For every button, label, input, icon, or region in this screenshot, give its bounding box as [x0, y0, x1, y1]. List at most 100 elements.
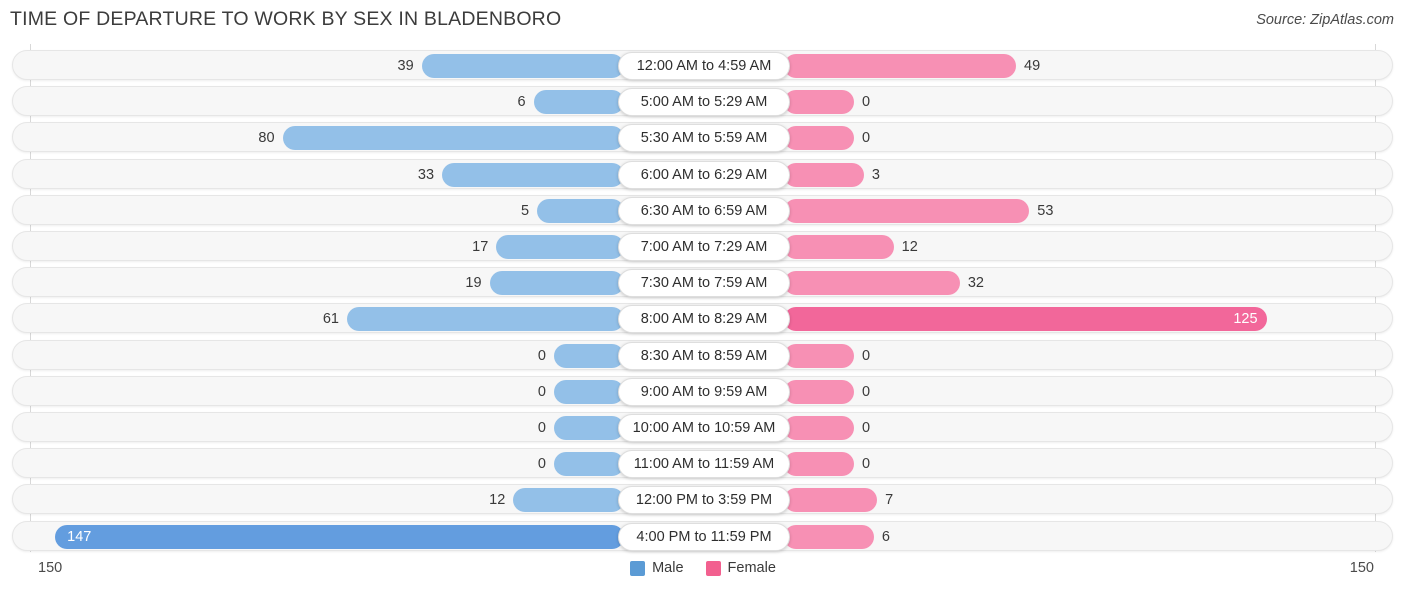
table-row[interactable]: 0 0 11:00 AM to 11:59 AM [12, 448, 1393, 479]
bar-value-male: 6 [517, 94, 526, 111]
bar-value-male: 12 [489, 492, 506, 509]
table-row[interactable]: 17 12 7:00 AM to 7:29 AM [12, 231, 1393, 261]
bar-female[interactable] [784, 162, 864, 187]
bar-male[interactable] [554, 452, 624, 477]
table-row[interactable]: 5 53 6:30 AM to 6:59 AM [12, 194, 1393, 225]
bar-value-male: 0 [537, 383, 546, 400]
chart-legend: Male Female [0, 560, 1406, 576]
legend-swatch-female-icon [705, 560, 721, 576]
table-row[interactable]: 12 7 12:00 PM to 3:59 PM [12, 484, 1393, 515]
row-content: 19 32 7:30 AM to 7:59 AM [13, 268, 1392, 298]
bar-value-male: 5 [520, 202, 530, 219]
bar-male[interactable] [489, 271, 624, 296]
row-content: 17 12 7:00 AM to 7:29 AM [13, 232, 1392, 261]
table-row[interactable]: 80 0 5:30 AM to 5:59 AM [12, 122, 1393, 153]
bar-value-male: 61 [322, 311, 339, 328]
bar-value-female: 0 [862, 456, 871, 473]
bar-female[interactable] [784, 524, 874, 549]
category-label: 7:00 AM to 7:29 AM [618, 233, 790, 261]
table-row[interactable]: 39 49 12:00 AM to 4:59 AM [12, 50, 1393, 80]
bar-value-female-inside: 125 [1233, 311, 1258, 328]
row-content: 147 6 4:00 PM to 11:59 PM [13, 522, 1392, 551]
bar-female[interactable] [784, 54, 1017, 78]
table-row[interactable]: 0 0 10:00 AM to 10:59 AM [12, 412, 1393, 442]
bar-value-female: 0 [862, 347, 871, 364]
bar-value-female: 0 [862, 130, 871, 147]
bar-value-female: 49 [1024, 58, 1041, 74]
bar-male[interactable] [442, 162, 624, 187]
row-content: 33 3 6:00 AM to 6:29 AM [13, 160, 1392, 189]
category-label: 10:00 AM to 10:59 AM [618, 414, 790, 442]
chart-plot-area: 39 49 12:00 AM to 4:59 AM 6 0 5:00 AM to 5:29… [0, 44, 1406, 552]
table-row[interactable]: 0 0 8:30 AM to 8:59 AM [12, 339, 1393, 370]
legend-label-male: Male [652, 560, 684, 576]
row-content: 6 0 5:00 AM to 5:29 AM [13, 87, 1392, 117]
bar-value-male: 17 [472, 239, 489, 255]
chart-root: TIME OF DEPARTURE TO WORK BY SEX IN BLAD… [0, 0, 1406, 594]
bar-female[interactable] [784, 416, 854, 440]
bar-female[interactable] [784, 198, 1030, 223]
bar-value-female: 0 [862, 420, 871, 436]
bar-value-male: 33 [417, 166, 435, 183]
bar-value-female: 0 [862, 383, 871, 400]
bar-female[interactable] [784, 90, 854, 115]
bar-male[interactable] [347, 307, 624, 332]
bar-male[interactable] [554, 343, 624, 368]
bar-value-female: 6 [881, 528, 890, 545]
bar-male[interactable] [282, 126, 624, 151]
category-label: 12:00 AM to 4:59 AM [618, 52, 790, 80]
category-label: 6:30 AM to 6:59 AM [618, 196, 790, 225]
bar-female[interactable] [784, 343, 854, 368]
bar-male[interactable] [496, 235, 624, 259]
bar-value-male-inside: 147 [67, 528, 92, 545]
category-label: 8:30 AM to 8:59 AM [618, 341, 790, 370]
category-label: 4:00 PM to 11:59 PM [618, 522, 790, 551]
category-label: 5:00 AM to 5:29 AM [618, 88, 790, 117]
bar-female[interactable] [784, 126, 854, 151]
table-row[interactable]: 6 0 5:00 AM to 5:29 AM [12, 86, 1393, 117]
bar-value-male: 39 [397, 58, 414, 74]
page-title: TIME OF DEPARTURE TO WORK BY SEX IN BLAD… [10, 8, 562, 30]
category-label: 8:00 AM to 8:29 AM [618, 305, 790, 334]
bar-male[interactable] [554, 416, 624, 440]
chart-header: TIME OF DEPARTURE TO WORK BY SEX IN BLAD… [0, 0, 1406, 44]
bar-value-female: 12 [901, 239, 918, 255]
table-row[interactable]: 147 6 4:00 PM to 11:59 PM [12, 520, 1393, 551]
category-label: 6:00 AM to 6:29 AM [618, 160, 790, 189]
bar-value-female: 53 [1037, 202, 1054, 219]
row-content: 0 0 9:00 AM to 9:59 AM [13, 377, 1392, 406]
chart-footer: 150 150 Male Female [0, 552, 1406, 594]
bar-value-female: 32 [967, 275, 984, 292]
bar-male[interactable] [533, 90, 624, 115]
bar-value-female: 7 [885, 492, 894, 509]
row-content: 0 0 11:00 AM to 11:59 AM [13, 449, 1392, 479]
table-row[interactable]: 19 32 7:30 AM to 7:59 AM [12, 267, 1393, 298]
bar-value-male: 0 [537, 347, 546, 364]
bar-male[interactable] [55, 524, 624, 549]
bar-male[interactable] [513, 488, 624, 513]
row-content: 80 0 5:30 AM to 5:59 AM [13, 123, 1392, 153]
legend-label-female: Female [727, 560, 776, 576]
category-label: 7:30 AM to 7:59 AM [618, 269, 790, 298]
row-content: 12 7 12:00 PM to 3:59 PM [13, 485, 1392, 515]
legend-item-male[interactable]: Male [630, 560, 684, 576]
row-content: 5 53 6:30 AM to 6:59 AM [13, 196, 1392, 225]
table-row[interactable]: 0 0 9:00 AM to 9:59 AM [12, 375, 1393, 406]
legend-item-female[interactable]: Female [705, 560, 776, 576]
bar-value-male: 0 [537, 420, 546, 436]
bar-value-female: 0 [862, 94, 871, 111]
category-label: 9:00 AM to 9:59 AM [618, 377, 790, 406]
bar-male[interactable] [537, 198, 624, 223]
table-row[interactable]: 61 125 8:00 AM to 8:29 AM [12, 303, 1393, 334]
bar-female[interactable] [784, 271, 960, 296]
bar-female[interactable] [784, 379, 854, 404]
bar-female[interactable] [784, 307, 1268, 332]
bar-value-male: 19 [465, 275, 482, 292]
bar-male[interactable] [554, 379, 624, 404]
row-content: 61 125 8:00 AM to 8:29 AM [13, 304, 1392, 334]
bar-female[interactable] [784, 235, 894, 259]
bar-female[interactable] [784, 452, 854, 477]
bar-male[interactable] [421, 54, 624, 78]
table-row[interactable]: 33 3 6:00 AM to 6:29 AM [12, 158, 1393, 189]
bar-female[interactable] [784, 488, 878, 513]
